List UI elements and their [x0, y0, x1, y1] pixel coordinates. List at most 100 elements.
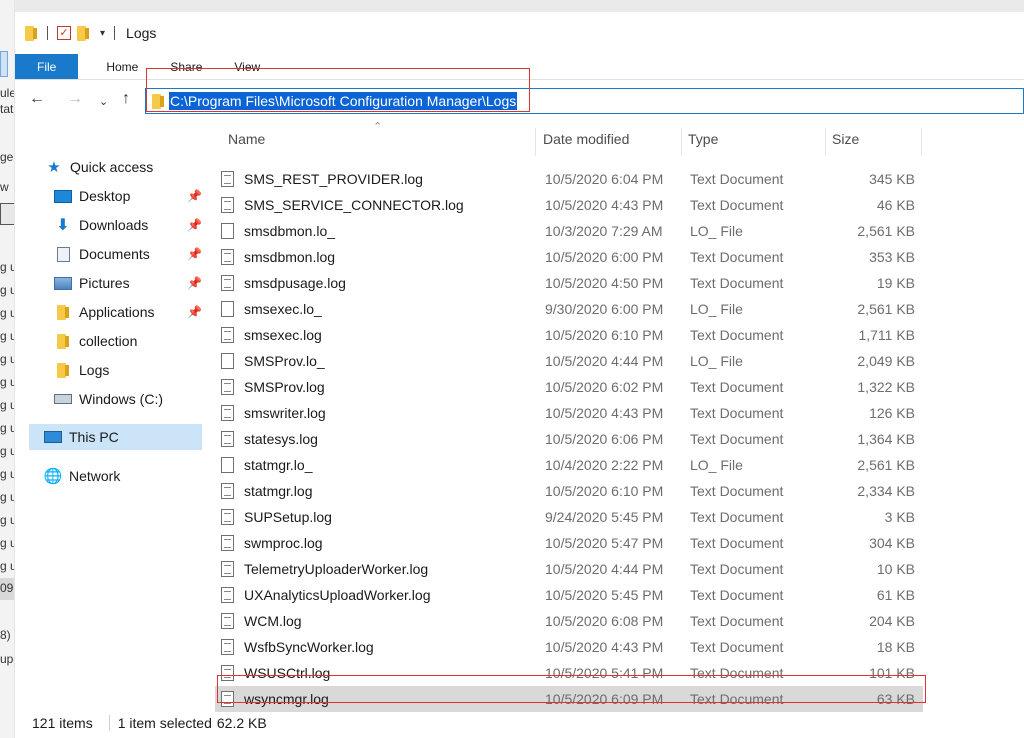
column-divider[interactable]: [921, 128, 922, 156]
file-name-cell: WCM.log: [221, 608, 302, 634]
column-header-type[interactable]: Type: [688, 122, 718, 156]
tab-home[interactable]: Home: [90, 54, 154, 79]
background-window-text: g u: [0, 283, 14, 297]
recent-locations-chevron-icon[interactable]: ⌄: [99, 95, 108, 108]
pin-icon[interactable]: 📌: [187, 189, 202, 203]
file-size: 19 KB: [876, 275, 915, 291]
background-window-text: g u: [0, 306, 14, 320]
file-size: 3 KB: [884, 509, 915, 525]
column-divider[interactable]: [681, 128, 682, 156]
properties-icon[interactable]: ✓: [57, 26, 71, 40]
file-name-cell: statesys.log: [221, 426, 318, 452]
pin-icon[interactable]: 📌: [187, 305, 202, 319]
sidebar-item-label: Network: [69, 468, 121, 484]
column-header-size[interactable]: Size: [832, 122, 859, 156]
file-row[interactable]: smsdbmon.log 10/5/2020 6:00 PM Text Docume…: [215, 244, 923, 270]
file-name: UXAnalyticsUploadWorker.log: [244, 587, 431, 603]
file-size: 2,561 KB: [857, 457, 915, 473]
file-name-cell: statmgr.lo_: [221, 452, 312, 478]
toolbar-divider: [47, 26, 48, 40]
sidebar-item-documents[interactable]: Documents 📌: [53, 241, 202, 267]
file-row[interactable]: statmgr.log 10/5/2020 6:10 PM Text Documen…: [215, 478, 923, 504]
file-row[interactable]: UXAnalyticsUploadWorker.log 10/5/2020 5:4…: [215, 582, 923, 608]
sidebar-item-label: Desktop: [79, 188, 131, 204]
column-header-date-modified[interactable]: Date modified: [543, 122, 629, 156]
file-row[interactable]: TelemetryUploaderWorker.log 10/5/2020 4:4…: [215, 556, 923, 582]
new-folder-icon[interactable]: [77, 25, 90, 41]
pin-icon[interactable]: 📌: [187, 247, 202, 261]
file-type: Text Document: [690, 587, 784, 603]
sidebar-item-collection[interactable]: collection: [53, 328, 137, 354]
file-name-cell: smsexec.lo_: [221, 296, 322, 322]
background-window-text: g u: [0, 536, 14, 550]
folder-icon: [53, 304, 73, 320]
background-window-text: 8): [0, 628, 11, 642]
pin-icon[interactable]: 📌: [187, 218, 202, 232]
file-name-cell: SMS_REST_PROVIDER.log: [221, 166, 423, 192]
sidebar-item-network[interactable]: 🌐 Network: [43, 463, 121, 489]
file-row[interactable]: smsdbmon.lo_ 10/3/2020 7:29 AM LO_ File 2,5…: [215, 218, 923, 244]
file-row[interactable]: SUPSetup.log 9/24/2020 5:45 PM Text Docume…: [215, 504, 923, 530]
background-window-text: g u: [0, 375, 14, 389]
column-header-name[interactable]: Name: [228, 122, 265, 156]
file-row[interactable]: SMSProv.lo_ 10/5/2020 4:44 PM LO_ File 2,04…: [215, 348, 923, 374]
back-arrow-icon[interactable]: ←: [29, 90, 45, 108]
column-divider[interactable]: [825, 128, 826, 156]
file-row[interactable]: SMSProv.log 10/5/2020 6:02 PM Text Documen…: [215, 374, 923, 400]
text-file-icon: [221, 171, 234, 187]
file-row[interactable]: WsfbSyncWorker.log 10/5/2020 4:43 PM Text …: [215, 634, 923, 660]
sidebar-item-applications[interactable]: Applications 📌: [53, 299, 202, 325]
background-window-text: g u: [0, 398, 14, 412]
file-size: 2,561 KB: [857, 301, 915, 317]
sidebar-item-this-pc[interactable]: This PC: [29, 424, 202, 450]
file-date-modified: 10/4/2020 2:22 PM: [545, 457, 664, 473]
file-row[interactable]: swmproc.log 10/5/2020 5:47 PM Text Documen…: [215, 530, 923, 556]
sidebar-item-label: Documents: [79, 246, 150, 262]
item-count: 121 items: [32, 714, 93, 731]
file-name: statmgr.lo_: [244, 457, 313, 473]
sidebar-item-logs[interactable]: Logs: [53, 357, 109, 383]
file-name: swmproc.log: [244, 535, 323, 551]
background-window-text: 09: [0, 581, 14, 595]
file-type: Text Document: [690, 431, 784, 447]
selection-count: 1 item selected: [117, 714, 212, 731]
file-icon: [221, 353, 234, 369]
document-icon: [53, 246, 73, 262]
file-row[interactable]: smswriter.log 10/5/2020 4:43 PM Text Docum…: [215, 400, 923, 426]
file-name: smswriter.log: [244, 405, 326, 421]
sidebar-item-windows-c[interactable]: Windows (C:): [53, 386, 163, 412]
file-row[interactable]: statmgr.lo_ 10/4/2020 2:22 PM LO_ File 2,56…: [215, 452, 923, 478]
file-row[interactable]: SMS_REST_PROVIDER.log 10/5/2020 6:04 PM Te…: [215, 166, 923, 192]
file-row[interactable]: statesys.log 10/5/2020 6:06 PM Text Docume…: [215, 426, 923, 452]
file-row[interactable]: WCM.log 10/5/2020 6:08 PM Text Document 204…: [215, 608, 923, 634]
column-divider[interactable]: [535, 128, 536, 156]
sidebar-item-label: collection: [79, 333, 138, 349]
file-row[interactable]: smsexec.lo_ 9/30/2020 6:00 PM LO_ File 2,56…: [215, 296, 923, 322]
file-name-cell: TelemetryUploaderWorker.log: [221, 556, 428, 582]
file-name-cell: WsfbSyncWorker.log: [221, 634, 374, 660]
file-size: 18 KB: [876, 639, 915, 655]
forward-arrow-icon[interactable]: →: [67, 90, 83, 108]
up-arrow-icon[interactable]: ↑: [122, 90, 130, 108]
file-row[interactable]: SMS_SERVICE_CONNECTOR.log 10/5/2020 4:43 …: [215, 192, 923, 218]
customize-toolbar-dropdown-icon[interactable]: ▾: [100, 28, 105, 39]
sidebar-item-desktop[interactable]: Desktop 📌: [53, 183, 202, 209]
file-row[interactable]: smsdpusage.log 10/5/2020 4:50 PM Text Docu…: [215, 270, 923, 296]
file-size: 2,049 KB: [857, 353, 915, 369]
tab-file[interactable]: File: [15, 54, 79, 79]
pictures-icon: [53, 276, 73, 290]
background-window-text: g u: [0, 444, 14, 458]
sidebar-item-downloads[interactable]: ⬇ Downloads 📌: [53, 212, 202, 238]
pin-icon[interactable]: 📌: [187, 276, 202, 290]
file-name: WsfbSyncWorker.log: [244, 639, 374, 655]
file-name: smsdpusage.log: [244, 275, 346, 291]
background-window-text: g u: [0, 329, 14, 343]
sidebar-item-quick-access[interactable]: ★ Quick access: [44, 154, 153, 180]
file-type: Text Document: [690, 275, 784, 291]
file-date-modified: 10/5/2020 6:10 PM: [545, 327, 664, 343]
file-row[interactable]: smsexec.log 10/5/2020 6:10 PM Text Documen…: [215, 322, 923, 348]
file-size: 2,334 KB: [857, 483, 915, 499]
file-date-modified: 10/5/2020 5:47 PM: [545, 535, 664, 551]
sidebar-item-pictures[interactable]: Pictures 📌: [53, 270, 202, 296]
file-name-cell: smsexec.log: [221, 322, 322, 348]
